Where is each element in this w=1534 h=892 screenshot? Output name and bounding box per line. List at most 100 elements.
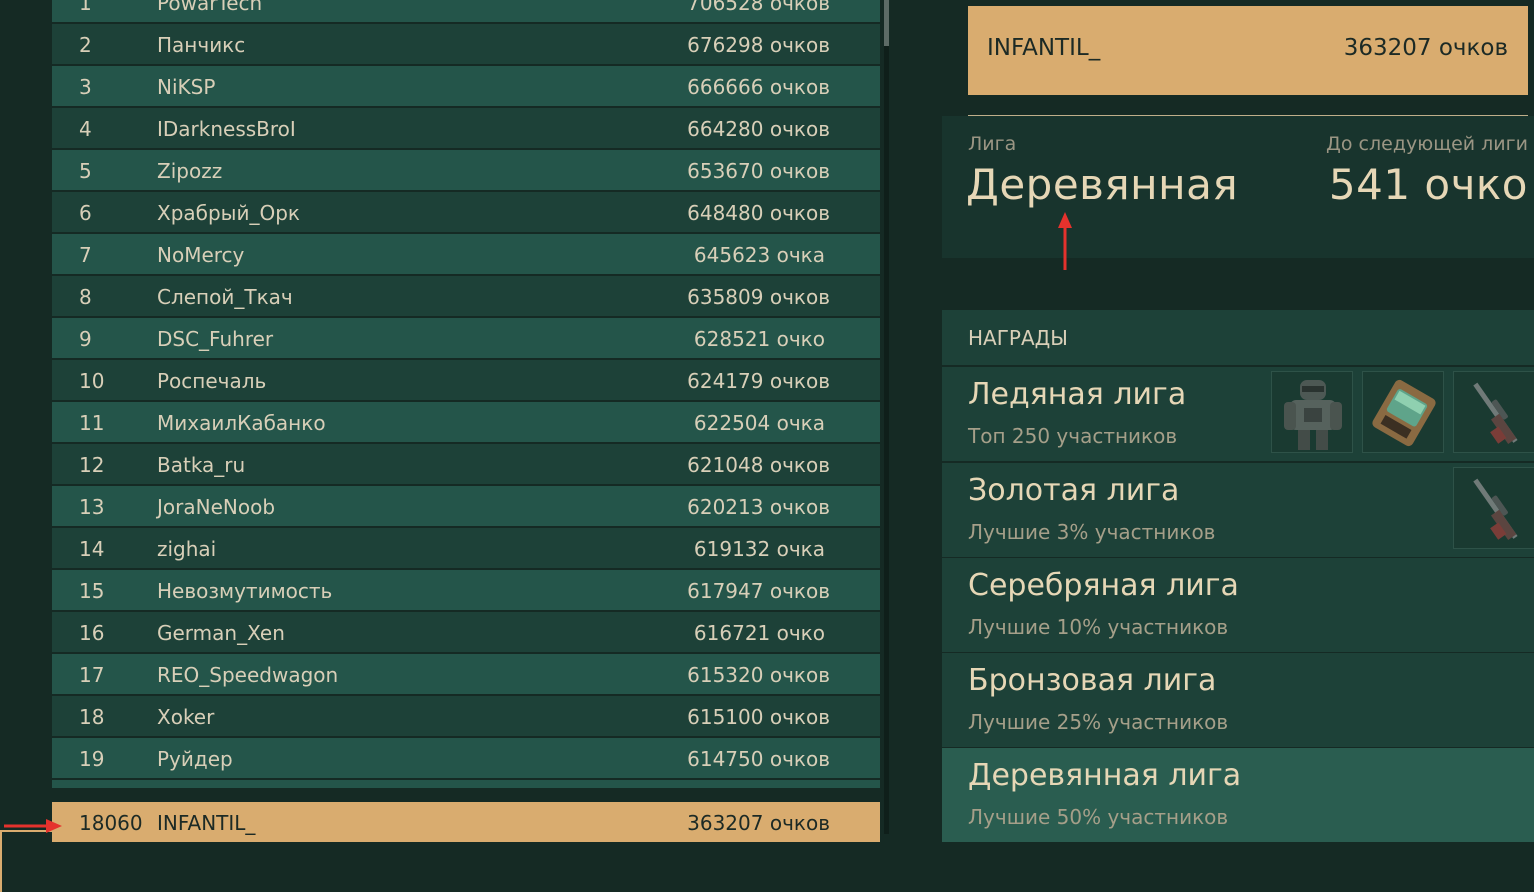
leaderboard-row[interactable]: 16 German_Xen 616721 очко (52, 612, 880, 652)
armor-suit-icon[interactable] (1271, 371, 1353, 453)
rewards-panel: НАГРАДЫ Ледяная лига Топ 250 участников (942, 310, 1534, 842)
reward-tier-bronze[interactable]: Бронзовая лига Лучшие 25% участников (942, 653, 1534, 747)
row-score: 624179 очков (687, 369, 830, 393)
row-player-name: Невозмутимость (157, 579, 333, 603)
leaderboard-row[interactable]: 14 zighai 619132 очка (52, 528, 880, 568)
row-player-name: NoMercy (157, 243, 245, 267)
row-player-name: Роспечаль (157, 369, 267, 393)
leaderboard-row[interactable]: 19 Руйдер 614750 очков (52, 738, 880, 778)
leaderboard-list[interactable]: 1 PowarTech 706528 очков 2 Панчикс 676298 очк… (52, 0, 880, 780)
sniper-rifle-icon[interactable] (1453, 371, 1534, 453)
leaderboard-row[interactable]: 13 JoraNeNoob 620213 очков (52, 486, 880, 526)
row-score: 648480 очков (687, 201, 830, 225)
tier-desc: Лучшие 25% участников (968, 710, 1229, 734)
leaderboard-row[interactable]: 4 IDarknessBroI 664280 очков (52, 108, 880, 148)
leaderboard-row[interactable]: 9 DSC_Fuhrer 628521 очко (52, 318, 880, 358)
player-card-name: INFANTIL_ (987, 35, 1101, 61)
row-player-name: REO_Speedwagon (157, 663, 339, 687)
leaderboard-row[interactable]: 18 Xoker 615100 очков (52, 696, 880, 736)
row-player-name: Слепой_Ткач (157, 285, 293, 309)
tier-desc: Лучшие 3% участников (968, 520, 1216, 544)
row-rank: 12 (79, 453, 105, 477)
row-player-name: Batka_ru (157, 453, 246, 477)
row-rank: 9 (79, 327, 92, 351)
league-label: Лига (968, 133, 1017, 155)
row-score: 666666 очков (687, 75, 830, 99)
row-score: 620213 очков (687, 495, 830, 519)
row-score: 621048 очков (687, 453, 830, 477)
row-rank: 5 (79, 159, 92, 183)
rewards-title: НАГРАДЫ (968, 326, 1068, 350)
row-player-name: German_Xen (157, 621, 285, 645)
scrollbar-track[interactable] (884, 0, 889, 834)
row-player-name: МихаилКабанко (157, 411, 326, 435)
leaderboard-row[interactable]: 3 NiKSP 666666 очков (52, 66, 880, 106)
tier-desc: Лучшие 10% участников (968, 615, 1229, 639)
leaderboard-row[interactable]: 8 Слепой_Ткач 635809 очков (52, 276, 880, 316)
row-rank: 6 (79, 201, 92, 225)
tier-name: Ледяная лига (968, 377, 1187, 412)
leaderboard-row[interactable]: 2 Панчикс 676298 очков (52, 24, 880, 64)
tablet-device-icon[interactable] (1362, 371, 1444, 453)
row-rank: 10 (79, 369, 105, 393)
reward-tier-gold[interactable]: Золотая лига Лучшие 3% участников (942, 463, 1534, 557)
row-score: 614750 очков (687, 747, 830, 771)
row-score: 615320 очков (687, 663, 830, 687)
sniper-rifle-icon[interactable] (1453, 467, 1534, 549)
row-score: 615100 очков (687, 705, 830, 729)
row-player-name: JoraNeNoob (157, 495, 276, 519)
tier-name: Деревянная лига (968, 758, 1242, 793)
row-player-name: NiKSP (157, 75, 216, 99)
self-score: 363207 очков (687, 811, 830, 835)
leaderboard-row[interactable]: 10 Роспечаль 624179 очков (52, 360, 880, 400)
row-rank: 8 (79, 285, 92, 309)
annotation-arrow-up-icon (1058, 212, 1072, 270)
row-rank: 17 (79, 663, 105, 687)
row-score: 706528 очков (687, 0, 830, 15)
row-rank: 14 (79, 537, 105, 561)
leaderboard-row-partial (52, 780, 880, 788)
rewards-header: НАГРАДЫ (942, 310, 1534, 365)
row-rank: 18 (79, 705, 105, 729)
reward-tier-wood[interactable]: Деревянная лига Лучшие 50% участников (942, 748, 1534, 842)
leaderboard-row[interactable]: 11 МихаилКабанко 622504 очка (52, 402, 880, 442)
row-rank: 2 (79, 33, 92, 57)
row-score: 676298 очков (687, 33, 830, 57)
annotation-arrow-icon (4, 819, 62, 833)
row-score: 653670 очков (687, 159, 830, 183)
leaderboard-row[interactable]: 17 REO_Speedwagon 615320 очков (52, 654, 880, 694)
row-score: 616721 очко (693, 621, 825, 645)
leaderboard-row[interactable]: 5 Zipozz 653670 очков (52, 150, 880, 190)
tier-name: Серебряная лига (968, 568, 1239, 603)
row-player-name: Zipozz (157, 159, 223, 183)
row-score: 619132 очка (693, 537, 825, 561)
leaderboard-row[interactable]: 15 Невозмутимость 617947 очков (52, 570, 880, 610)
leaderboard-row[interactable]: 7 NoMercy 645623 очка (52, 234, 880, 274)
scrollbar-thumb[interactable] (884, 0, 889, 46)
next-league-label: До следующей лиги (1326, 133, 1528, 155)
tier-desc: Топ 250 участников (968, 424, 1178, 448)
row-rank: 7 (79, 243, 92, 267)
leaderboard-row[interactable]: 12 Batka_ru 621048 очков (52, 444, 880, 484)
tier-name: Золотая лига (968, 473, 1180, 508)
row-player-name: Руйдер (157, 747, 233, 771)
self-rank-row[interactable]: 18060 INFANTIL_ 363207 очков (52, 802, 880, 842)
row-score: 622504 очка (693, 411, 825, 435)
leaderboard-row[interactable]: 1 PowarTech 706528 очков (52, 0, 880, 22)
row-player-name: zighai (157, 537, 217, 561)
row-score: 617947 очков (687, 579, 830, 603)
row-player-name: Панчикс (157, 33, 246, 57)
row-rank: 15 (79, 579, 105, 603)
row-rank: 3 (79, 75, 92, 99)
row-rank: 13 (79, 495, 105, 519)
reward-tier-silver[interactable]: Серебряная лига Лучшие 10% участников (942, 558, 1534, 652)
row-player-name: Xoker (157, 705, 215, 729)
row-rank: 11 (79, 411, 105, 435)
bottom-tab-frame (0, 830, 62, 892)
leaderboard-row[interactable]: 6 Храбрый_Орк 648480 очков (52, 192, 880, 232)
player-card-score: 363207 очков (1343, 35, 1508, 61)
row-player-name: Храбрый_Орк (157, 201, 300, 225)
reward-tier-ice[interactable]: Ледяная лига Топ 250 участников (942, 367, 1534, 461)
row-score: 635809 очков (687, 285, 830, 309)
self-rank: 18060 (79, 811, 143, 835)
